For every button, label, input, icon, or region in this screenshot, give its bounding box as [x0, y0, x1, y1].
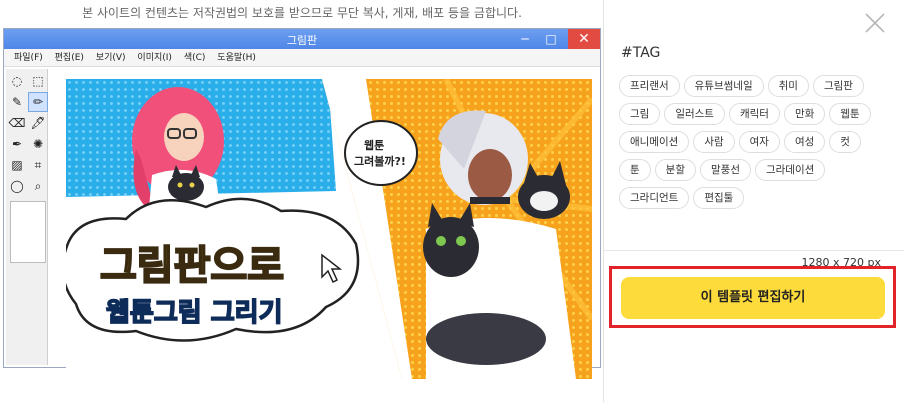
color-picker-icon[interactable]: ✒	[7, 134, 27, 154]
free-select-icon[interactable]: ◌	[7, 71, 27, 91]
brush-icon[interactable]: ✏	[28, 92, 48, 112]
tag-chip[interactable]: 편집툴	[693, 187, 745, 209]
menu-color[interactable]: 색(C)	[184, 53, 206, 63]
tag-chip[interactable]: 분할	[654, 159, 696, 181]
crop-icon[interactable]: ⌗	[28, 155, 48, 175]
menu-image[interactable]: 이미지(I)	[137, 53, 172, 63]
fill-icon[interactable]: 🖋	[28, 113, 48, 133]
tag-chip[interactable]: 여자	[738, 131, 780, 153]
tag-chip[interactable]: 만화	[783, 103, 826, 125]
tag-chip[interactable]: 애니메이션	[619, 131, 690, 153]
speech-line-1: 웹툰	[364, 138, 384, 152]
tag-chip[interactable]: 말풍선	[700, 159, 751, 181]
tag-chip[interactable]: 웹툰	[829, 103, 871, 125]
airbrush-icon[interactable]: ✺	[28, 134, 48, 154]
highlight-box: 이 템플릿 편집하기	[609, 266, 896, 328]
paint-toolbox: ◌ ⬚ ✎ ✏ ⌫ 🖋 ✒ ✺ ▨ ⌗ ◯ ⌕	[6, 69, 48, 365]
tag-chip[interactable]: 툰	[619, 159, 651, 181]
section-divider	[604, 250, 904, 251]
rect-select-icon[interactable]: ⬚	[28, 71, 48, 91]
tool-options-box	[10, 201, 46, 263]
tag-chip[interactable]: 컷	[829, 131, 861, 153]
copyright-notice: 본 사이트의 컨텐츠는 저작권법의 보호를 받으므로 무단 복사, 게재, 배포…	[82, 6, 522, 20]
tag-chip[interactable]: 그림판	[812, 75, 864, 97]
paint-window: 그림판 ─ □ ✕ 파일(F) 편집(E) 보기(V) 이미지(I) 색(C) …	[3, 28, 601, 379]
speech-line-2: 그려볼까?!	[354, 154, 406, 168]
menu-edit[interactable]: 편집(E)	[55, 53, 84, 63]
paint-titlebar: 그림판 ─ □ ✕	[4, 29, 600, 49]
close-icon[interactable]	[862, 10, 888, 36]
pencil-icon[interactable]: ✎	[7, 92, 27, 112]
tag-chip[interactable]: 취미	[767, 75, 809, 97]
artwork-subline: 웹툰그림 그리기	[106, 298, 283, 328]
tag-chip[interactable]: 사람	[693, 131, 735, 153]
tag-chip[interactable]: 그림	[619, 103, 661, 125]
menu-help[interactable]: 도움말(H)	[217, 53, 256, 63]
template-artwork: 그림판으로 웹툰그림 그리기 웹툰 그려볼까?!	[66, 79, 592, 379]
tag-chip[interactable]: 일러스트	[664, 103, 725, 125]
close-window-button[interactable]: ✕	[568, 29, 600, 49]
paint-menubar: 파일(F) 편집(E) 보기(V) 이미지(I) 색(C) 도움말(H)	[4, 49, 600, 67]
artwork-headline: 그림판으로	[100, 243, 284, 289]
tag-chip[interactable]: 그라디언트	[619, 187, 690, 209]
menu-view[interactable]: 보기(V)	[96, 53, 126, 63]
eraser-icon[interactable]: ⌫	[7, 113, 27, 133]
tag-chip[interactable]: 유튜브썸네일	[683, 75, 764, 97]
tag-list: 프리랜서 유튜브썸네일 취미 그림판 그림 일러스트 캐릭터 만화 웹툰 애니메…	[619, 75, 891, 209]
maximize-button[interactable]: □	[538, 29, 564, 49]
preview-panel: 본 사이트의 컨텐츠는 저작권법의 보호를 받으므로 무단 복사, 게재, 배포…	[0, 0, 604, 402]
edit-template-button[interactable]: 이 템플릿 편집하기	[621, 277, 885, 319]
zoom-icon[interactable]: ⌕	[28, 176, 48, 196]
paint-title: 그림판	[286, 34, 318, 47]
tag-chip[interactable]: 캐릭터	[728, 103, 780, 125]
menu-file[interactable]: 파일(F)	[14, 53, 43, 63]
tag-chip[interactable]: 그라데이션	[754, 159, 826, 181]
tag-chip[interactable]: 여성	[783, 131, 826, 153]
tag-heading: #TAG	[621, 45, 661, 61]
minimize-button[interactable]: ─	[512, 29, 538, 49]
tag-chip[interactable]: 프리랜서	[619, 75, 680, 97]
gradient-icon[interactable]: ▨	[7, 155, 27, 175]
ellipse-icon[interactable]: ◯	[7, 176, 27, 196]
artwork-graphic: 그림판으로 웹툰그림 그리기 웹툰 그려볼까?!	[66, 79, 592, 379]
